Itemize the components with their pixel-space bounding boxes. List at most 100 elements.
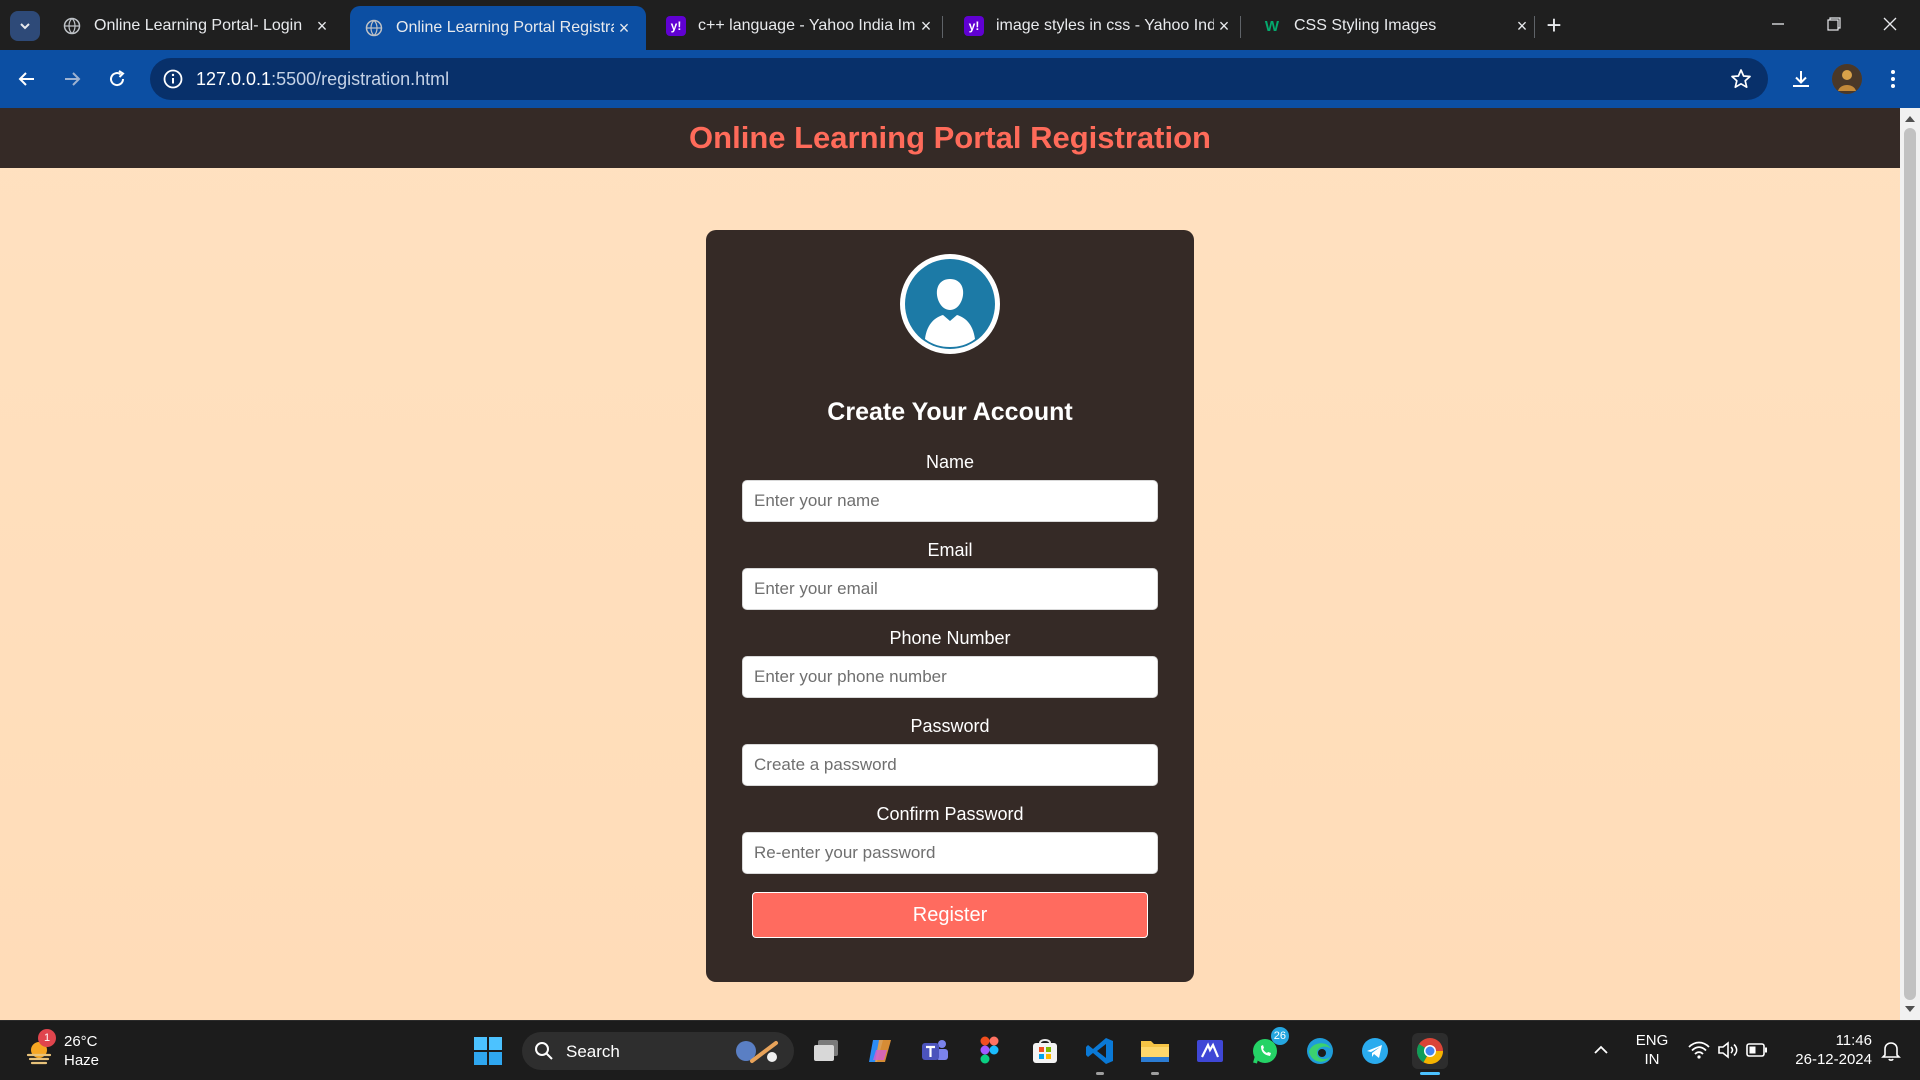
telegram-button[interactable]	[1357, 1033, 1393, 1069]
downloads-button[interactable]	[1786, 64, 1816, 94]
chrome-button[interactable]	[1412, 1033, 1448, 1075]
tab-search-button[interactable]	[10, 11, 40, 41]
name-label: Name	[925, 452, 974, 472]
browser-menu-button[interactable]	[1878, 64, 1908, 94]
minimize-icon	[1772, 23, 1784, 25]
copilot-button[interactable]	[862, 1033, 898, 1069]
email-label: Email	[927, 540, 973, 560]
scroll-down-icon[interactable]	[1905, 1006, 1915, 1012]
bell-icon	[1881, 1042, 1901, 1061]
notifications-button[interactable]	[1876, 1021, 1906, 1080]
show-hidden-icons-button[interactable]	[1586, 1021, 1616, 1080]
whatsapp-button[interactable]: 26	[1247, 1027, 1289, 1069]
arrow-left-icon	[18, 72, 34, 86]
profile-photo-icon	[1832, 64, 1862, 94]
vscode-button[interactable]	[1082, 1033, 1118, 1075]
search-highlight-icon	[736, 1041, 778, 1063]
language-line1: ENG	[1635, 1032, 1669, 1049]
clock-date: 26-12-2024	[1795, 1051, 1872, 1068]
clock[interactable]: 11:46 26-12-2024	[1782, 1021, 1872, 1080]
reload-icon	[110, 70, 125, 87]
tab-separator	[942, 16, 943, 38]
language-indicator[interactable]: ENG IN	[1630, 1021, 1674, 1080]
email-input[interactable]	[742, 568, 1158, 610]
chrome-icon	[1416, 1038, 1444, 1065]
file-explorer-button[interactable]	[1137, 1033, 1173, 1075]
task-view-button[interactable]	[808, 1033, 844, 1069]
start-button[interactable]	[470, 1033, 506, 1069]
profile-avatar[interactable]	[1832, 64, 1862, 94]
teams-button[interactable]	[917, 1033, 953, 1069]
scroll-up-icon[interactable]	[1905, 116, 1915, 122]
browser-tab[interactable]: y! c++ language - Yahoo India Ima ×	[652, 6, 948, 46]
restore-button[interactable]	[1814, 8, 1854, 40]
weather-widget[interactable]: 1 26°C Haze	[20, 1029, 160, 1071]
browser-tab[interactable]: y! image styles in css - Yahoo Indi ×	[950, 6, 1246, 46]
phone-label: Phone Number	[889, 628, 1011, 648]
tab-title: CSS Styling Images	[1294, 17, 1437, 34]
browser-tab[interactable]: W CSS Styling Images ×	[1248, 6, 1544, 46]
running-indicator	[1151, 1072, 1159, 1075]
site-info-icon[interactable]	[162, 68, 184, 90]
browser-tab[interactable]: Online Learning Portal- Login ×	[48, 6, 344, 46]
vscode-icon	[1086, 1038, 1113, 1064]
close-tab-icon[interactable]: ×	[312, 16, 332, 36]
close-tab-icon[interactable]: ×	[916, 16, 936, 36]
url-text[interactable]: 127.0.0.1:5500/registration.html	[196, 69, 449, 90]
tab-separator	[1534, 16, 1535, 38]
quick-settings-button[interactable]	[1684, 1021, 1774, 1080]
close-tab-icon[interactable]: ×	[1214, 16, 1234, 36]
close-window-button[interactable]	[1870, 8, 1910, 40]
language-line2: IN	[1644, 1051, 1660, 1068]
figma-icon	[980, 1036, 999, 1064]
page-scrollbar[interactable]	[1900, 108, 1920, 1020]
microsoft-store-icon	[1033, 1039, 1057, 1063]
name-input[interactable]	[742, 480, 1158, 522]
more-vertical-icon	[1891, 70, 1895, 88]
taskbar-search[interactable]: Search	[522, 1032, 794, 1070]
phone-input[interactable]	[742, 656, 1158, 698]
browser-tab-active[interactable]: Online Learning Portal Registrat ×	[350, 6, 646, 50]
whatsapp-badge: 26	[1270, 1027, 1289, 1045]
windows-taskbar: 1 26°C Haze Search 26 ENG IN 11:46 26-12…	[0, 1020, 1920, 1080]
tab-title: image styles in css - Yahoo Indi	[996, 17, 1214, 34]
close-tab-icon[interactable]: ×	[614, 18, 634, 38]
download-icon	[1793, 71, 1809, 87]
minimize-button[interactable]	[1758, 8, 1798, 40]
register-button[interactable]: Register	[752, 892, 1148, 938]
edge-button[interactable]	[1302, 1033, 1338, 1069]
wifi-icon	[1688, 1041, 1710, 1059]
new-tab-button[interactable]: +	[1540, 12, 1568, 40]
weather-temp: 26°C	[64, 1033, 98, 1050]
reload-button[interactable]	[102, 64, 132, 94]
search-icon	[535, 1042, 553, 1060]
volume-icon	[1718, 1041, 1738, 1059]
site-header: Online Learning Portal Registration	[0, 108, 1900, 168]
w3schools-icon: W	[1264, 17, 1280, 35]
browser-tab-strip: Online Learning Portal- Login × Online L…	[0, 0, 1920, 50]
teams-icon	[922, 1040, 948, 1060]
store-button[interactable]	[1027, 1033, 1063, 1069]
tab-title: Online Learning Portal Registrat	[396, 19, 614, 36]
confirm-password-input[interactable]	[742, 832, 1158, 874]
avatar	[900, 254, 1000, 354]
back-button[interactable]	[12, 64, 42, 94]
address-bar[interactable]: 127.0.0.1:5500/registration.html	[150, 58, 1768, 100]
close-tab-icon[interactable]: ×	[1512, 16, 1532, 36]
editor-app-button[interactable]	[1192, 1033, 1228, 1069]
user-avatar-icon	[905, 259, 995, 349]
clock-time: 11:46	[1835, 1032, 1872, 1049]
confirm-password-label: Confirm Password	[876, 804, 1024, 824]
browser-toolbar: 127.0.0.1:5500/registration.html	[0, 50, 1920, 108]
search-label: Search	[566, 1042, 620, 1061]
tab-title: c++ language - Yahoo India Ima	[698, 17, 916, 34]
globe-icon	[62, 16, 82, 36]
folder-icon	[1141, 1041, 1169, 1062]
form-heading: Create Your Account	[827, 398, 1073, 426]
figma-button[interactable]	[972, 1033, 1008, 1069]
scrollbar-thumb[interactable]	[1904, 128, 1916, 1000]
forward-button[interactable]	[57, 64, 87, 94]
weather-condition: Haze	[64, 1052, 100, 1069]
password-input[interactable]	[742, 744, 1158, 786]
bookmark-star-icon[interactable]	[1730, 68, 1752, 90]
